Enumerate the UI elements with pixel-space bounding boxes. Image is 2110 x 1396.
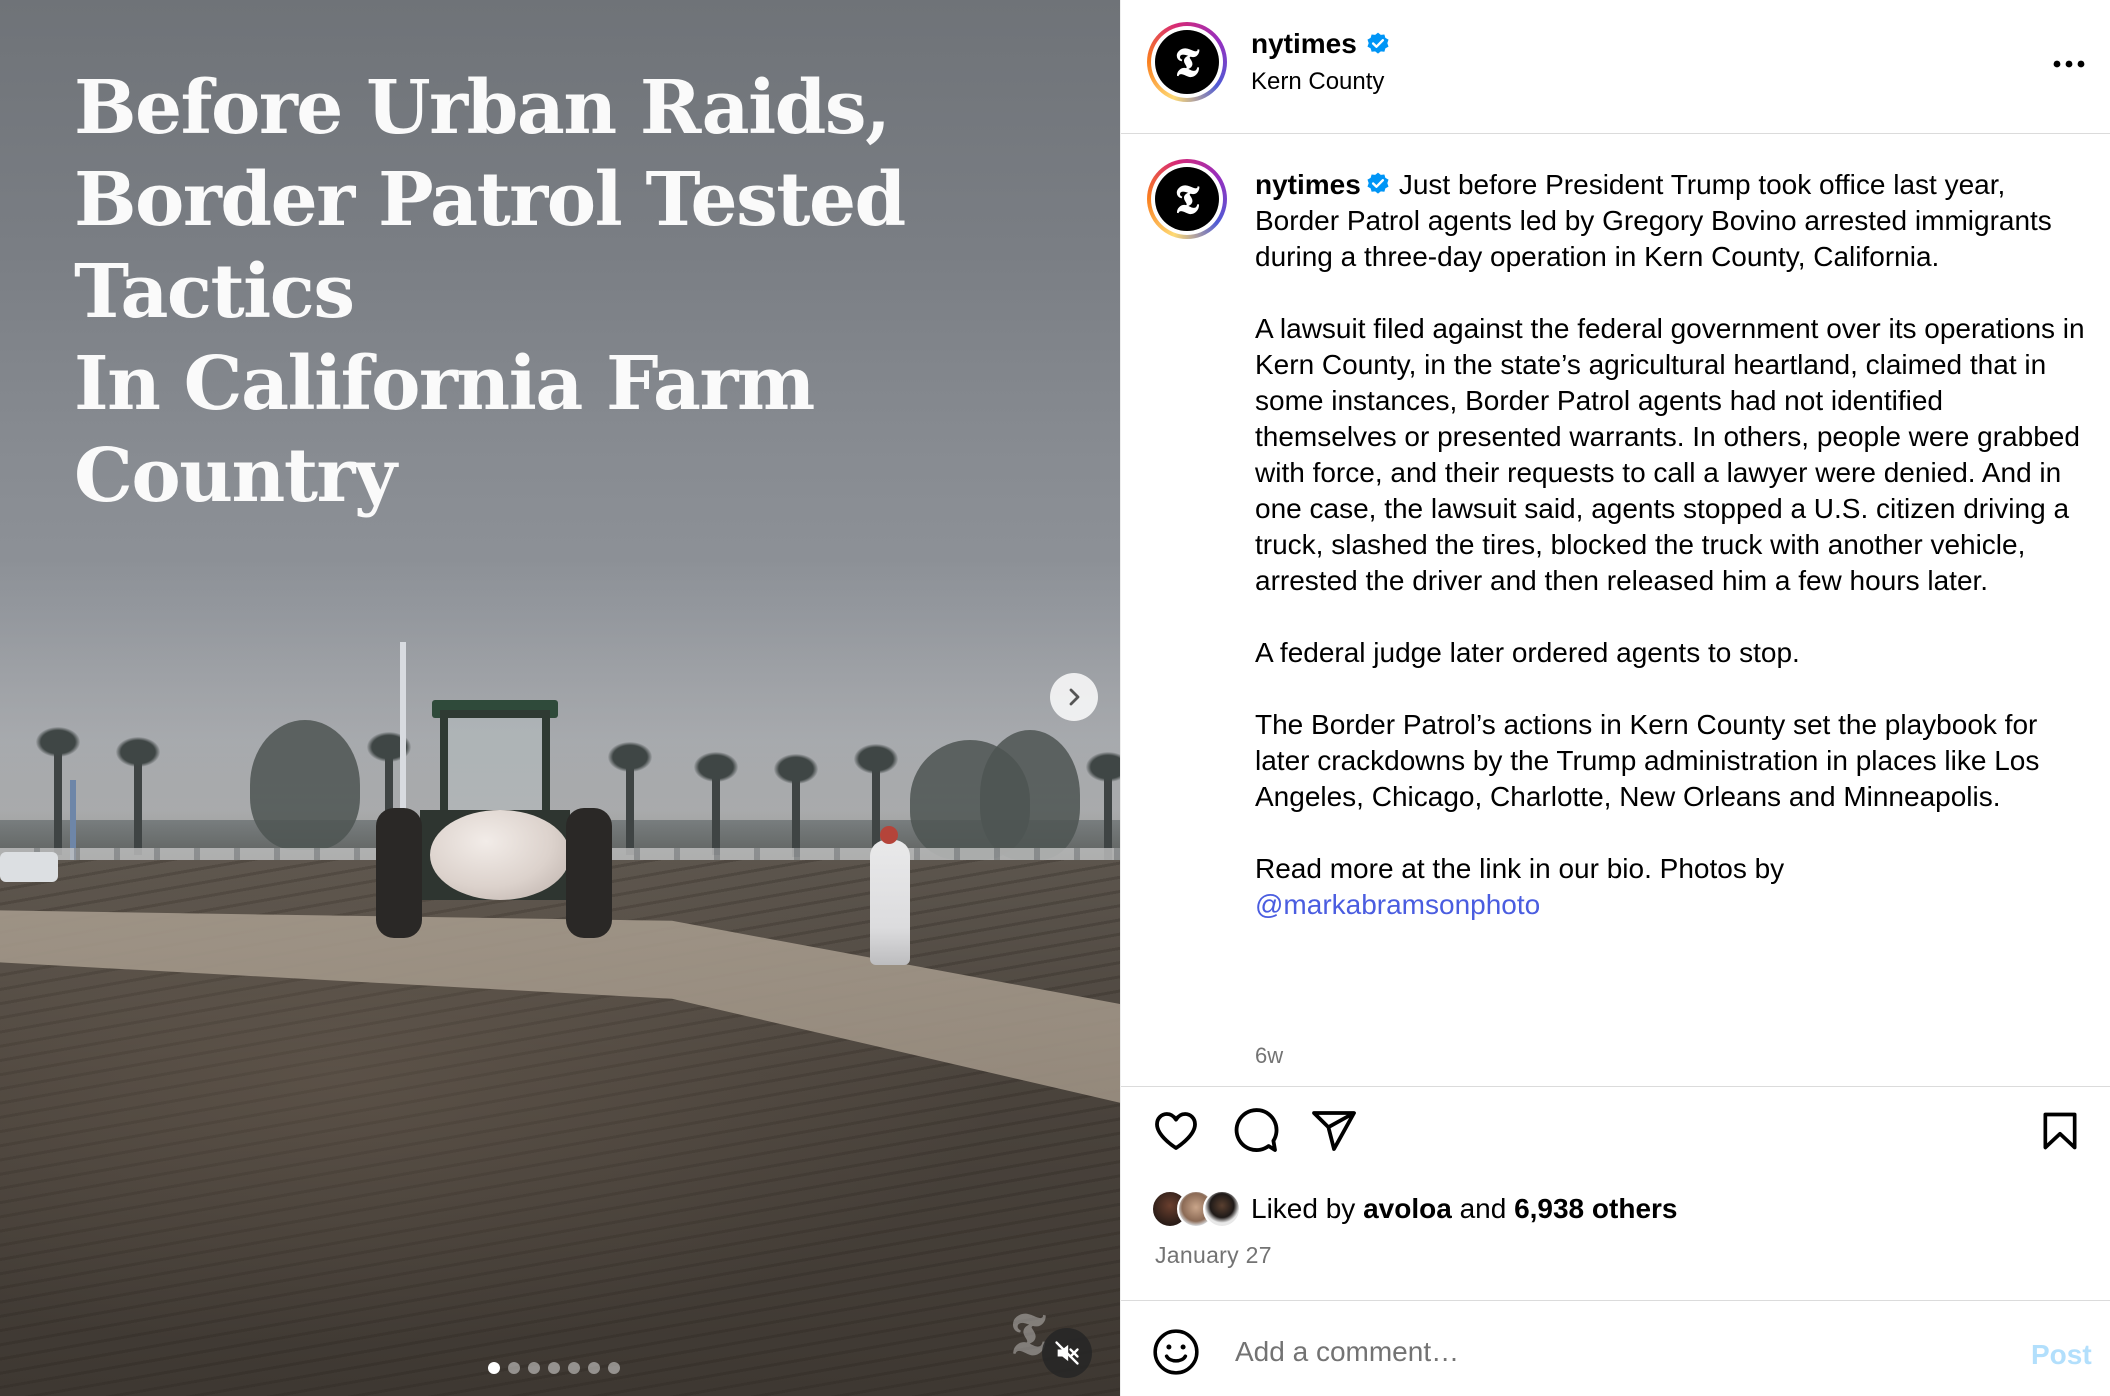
- send-paper-plane-icon: [1312, 1111, 1356, 1151]
- parked-car: [0, 852, 58, 882]
- caption-username-link[interactable]: nytimes: [1255, 169, 1361, 200]
- save-button[interactable]: [2035, 1106, 2085, 1156]
- like-button[interactable]: [1151, 1106, 1201, 1156]
- tree: [980, 730, 1080, 860]
- tree: [250, 720, 360, 850]
- comment-button[interactable]: [1231, 1106, 1281, 1156]
- mute-toggle-button[interactable]: [1042, 1328, 1092, 1378]
- caption-paragraph: A federal judge later ordered agents to …: [1255, 637, 1800, 668]
- caption-paragraph: A lawsuit filed against the federal gove…: [1255, 313, 2085, 596]
- nyt-logo-icon: 𝕿: [1155, 30, 1219, 94]
- carousel-dot: [488, 1362, 500, 1374]
- more-dots-icon: [2053, 60, 2085, 68]
- caption-paragraph: nytimes Just before President Trump took …: [1255, 167, 2085, 275]
- comment-bubble-icon: [1234, 1108, 1279, 1152]
- carousel-indicator: [488, 1362, 620, 1374]
- tractor-wheel: [376, 808, 422, 938]
- carousel-dot: [548, 1362, 560, 1374]
- likes-summary: Liked by avoloa and 6,938 others: [1151, 1190, 1677, 1228]
- likes-text[interactable]: Liked by avoloa and 6,938 others: [1251, 1193, 1677, 1225]
- palm-tree: [694, 752, 738, 855]
- post-comment-button[interactable]: Post: [2031, 1339, 2092, 1371]
- post-date[interactable]: January 27: [1155, 1242, 1272, 1269]
- carousel-dot: [508, 1362, 520, 1374]
- share-button[interactable]: [1309, 1106, 1359, 1156]
- nyt-watermark: 𝕿: [1010, 1300, 1046, 1368]
- caption-paragraph: The Border Patrol’s actions in Kern Coun…: [1255, 709, 2040, 812]
- palm-tree: [116, 737, 160, 855]
- carousel-dot: [588, 1362, 600, 1374]
- liked-by-user-link[interactable]: avoloa: [1363, 1193, 1452, 1224]
- nyt-logo-icon: 𝕿: [1155, 167, 1219, 231]
- likes-prefix: Liked by: [1251, 1193, 1356, 1224]
- caption-paragraph: Read more at the link in our bio. Photos…: [1255, 851, 2085, 923]
- palm-tree: [774, 754, 818, 857]
- carousel-dot: [608, 1362, 620, 1374]
- carousel-next-button[interactable]: [1050, 673, 1098, 721]
- verified-badge-icon: [1367, 32, 1389, 54]
- post-details-panel: 𝕿 nytimes Kern County 𝕿 nytimes Just befo…: [1120, 0, 2110, 1396]
- media-headline: Before Urban Raids, Border Patrol Tested…: [74, 65, 906, 519]
- carousel-dot: [528, 1362, 540, 1374]
- emoji-picker-button[interactable]: [1151, 1327, 1201, 1377]
- chevron-right-icon: [1069, 688, 1080, 706]
- palm-tree: [36, 727, 80, 855]
- profile-username-link[interactable]: nytimes: [1251, 28, 1391, 60]
- photographer-mention-link[interactable]: @markabramsonphoto: [1255, 889, 1540, 920]
- post-media[interactable]: Before Urban Raids, Border Patrol Tested…: [0, 0, 1120, 1396]
- spray-tank: [430, 810, 570, 900]
- palm-tree: [1086, 752, 1120, 860]
- likes-joiner: and: [1459, 1193, 1507, 1224]
- more-options-button[interactable]: [2049, 44, 2089, 84]
- profile-avatar[interactable]: 𝕿: [1147, 22, 1227, 102]
- verified-badge-icon: [1367, 172, 1389, 194]
- location-link[interactable]: Kern County: [1251, 68, 1384, 96]
- tractor-wheel: [566, 808, 612, 938]
- bookmark-icon: [2043, 1112, 2077, 1150]
- liker-avatar[interactable]: [1203, 1190, 1241, 1228]
- tractor: [370, 700, 612, 950]
- post-header: 𝕿 nytimes Kern County: [1121, 0, 2110, 134]
- likes-count-link[interactable]: 6,938 others: [1514, 1193, 1677, 1224]
- post-caption: nytimes Just before President Trump took …: [1255, 167, 2085, 923]
- caption-section: 𝕿 nytimes Just before President Trump too…: [1121, 135, 2110, 1087]
- caption-text: Read more at the link in our bio. Photos…: [1255, 853, 1785, 884]
- caption-avatar[interactable]: 𝕿: [1147, 159, 1227, 239]
- speaker-muted-icon: [1055, 1341, 1079, 1365]
- smiley-face-icon: [1153, 1329, 1199, 1375]
- action-bar: [1121, 1100, 2110, 1160]
- caption-timestamp[interactable]: 6w: [1255, 1043, 1283, 1069]
- tractor-cab: [440, 710, 550, 820]
- username: nytimes: [1251, 28, 1357, 59]
- palm-tree: [608, 742, 652, 855]
- carousel-dot: [568, 1362, 580, 1374]
- heart-icon: [1155, 1112, 1197, 1150]
- comment-composer: Post: [1121, 1300, 2110, 1396]
- comment-input[interactable]: [1235, 1327, 1935, 1377]
- farm-worker: [870, 826, 910, 965]
